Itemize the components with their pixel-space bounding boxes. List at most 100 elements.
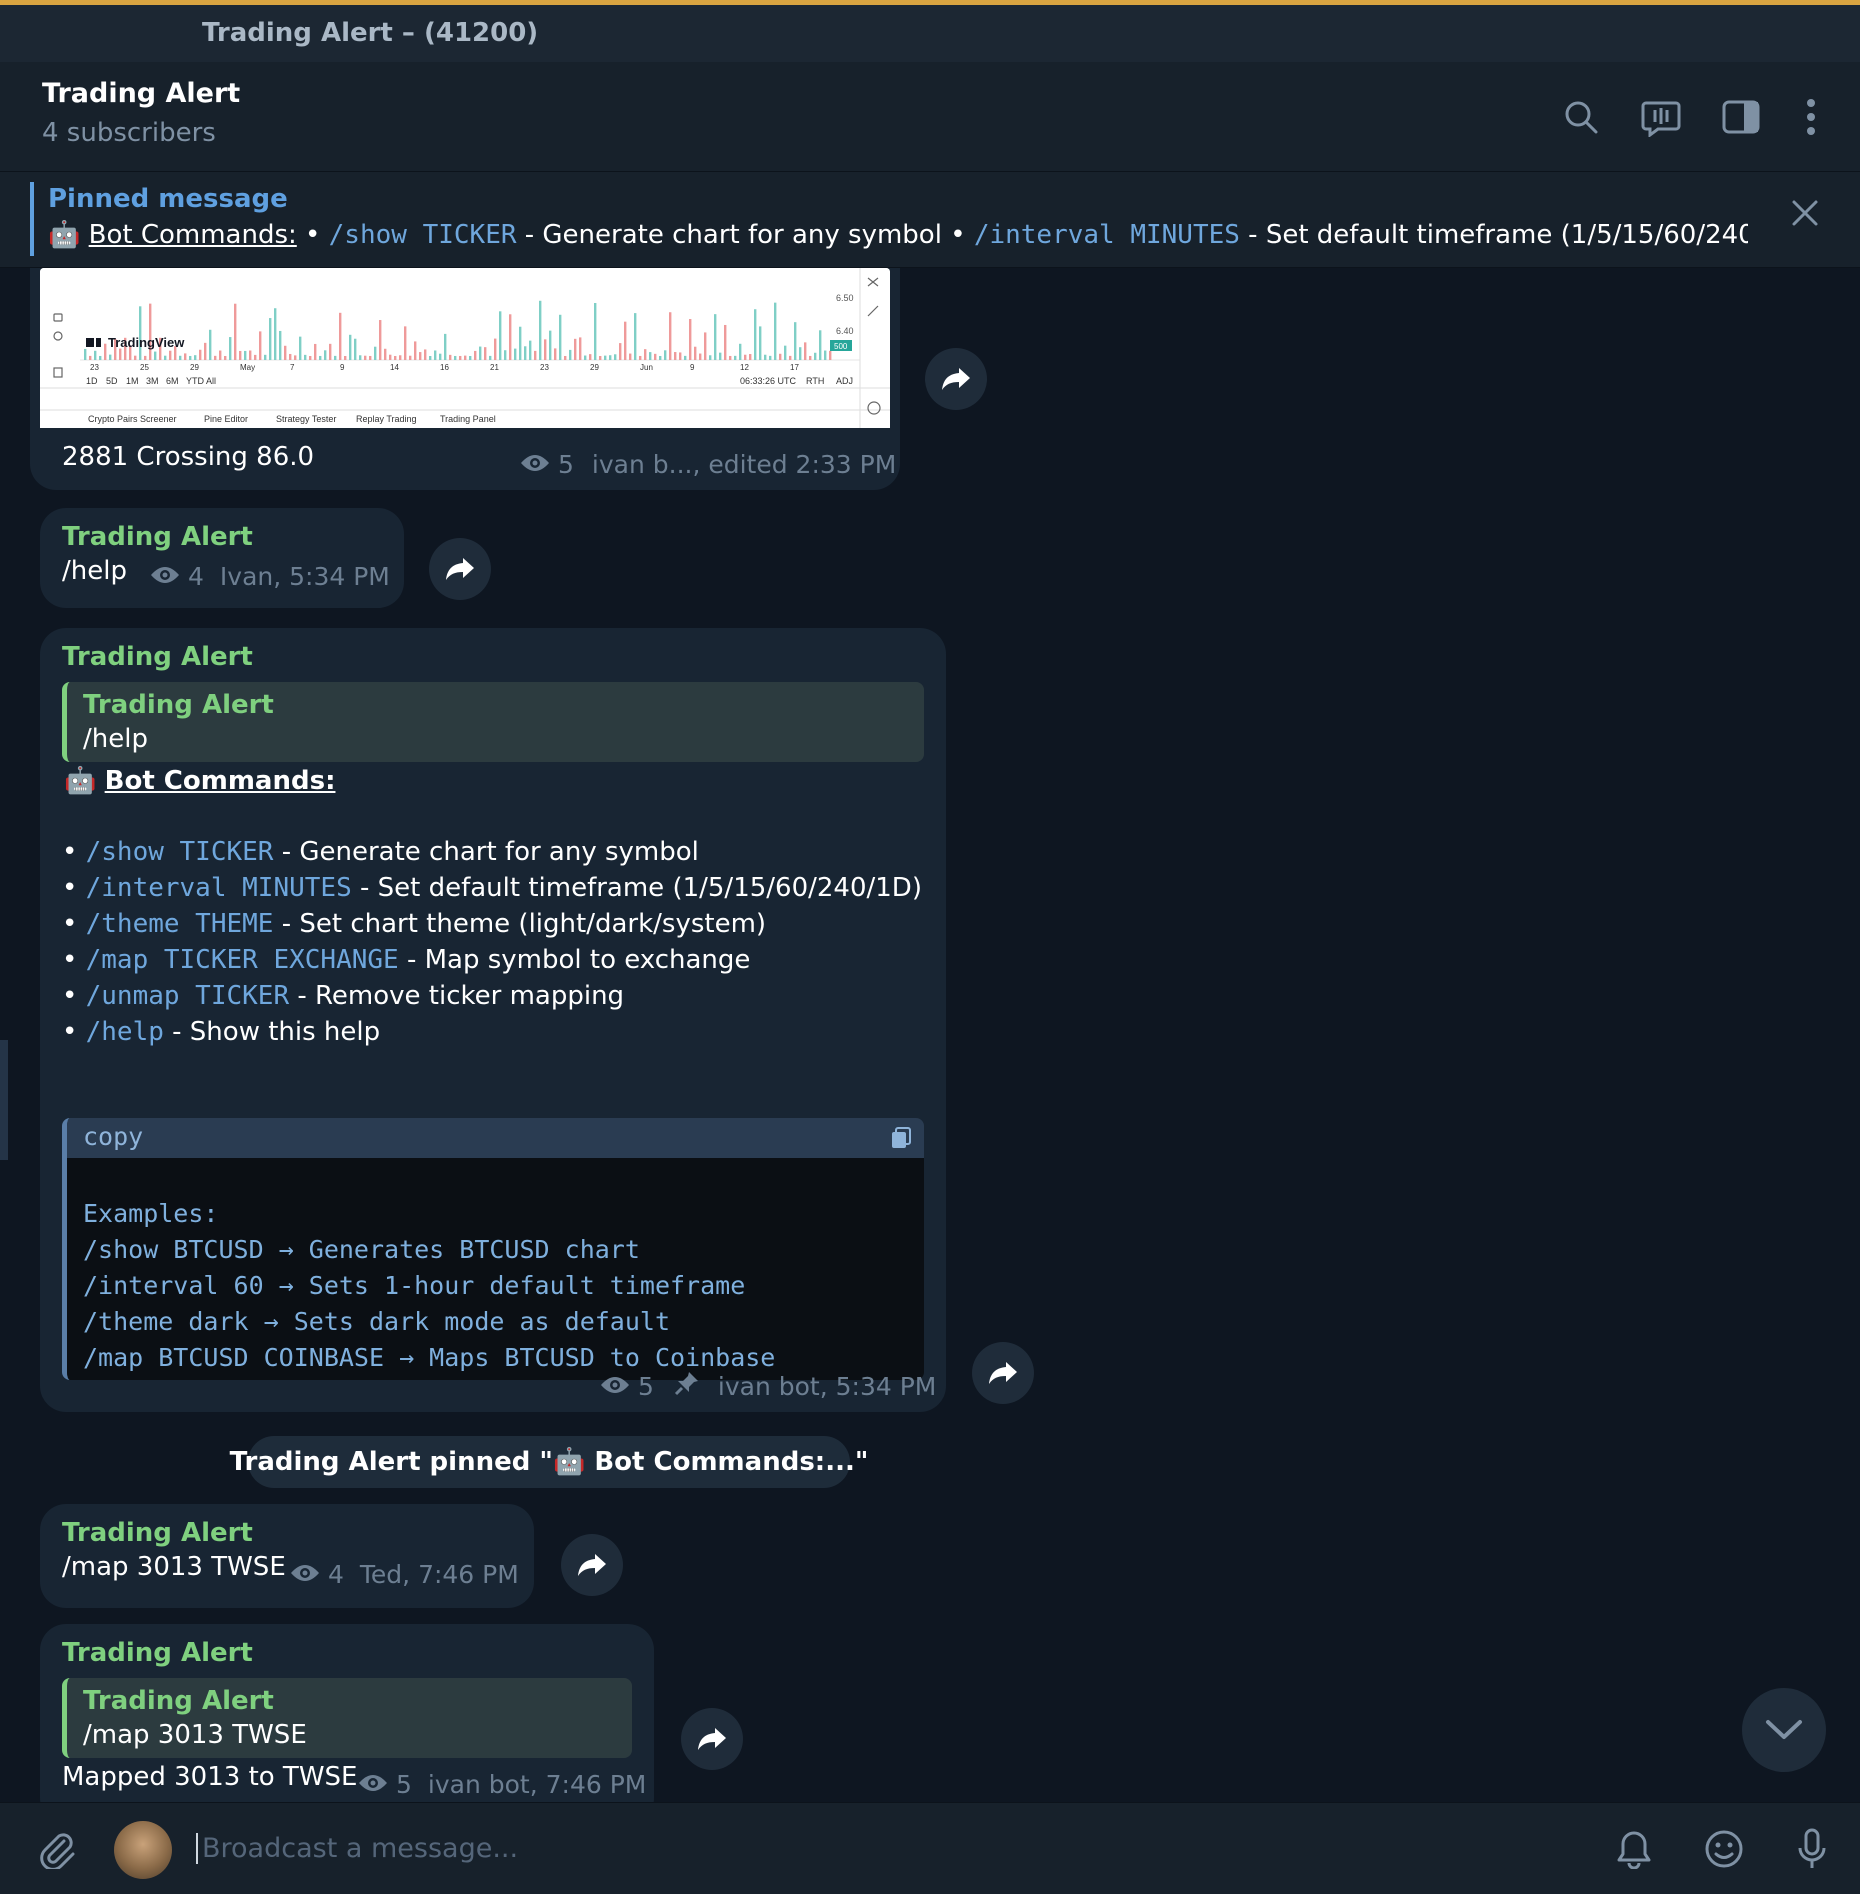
message-bubble[interactable]: Trading Alert /map 3013 TWSE 4 Ted, 7:46… [40, 1504, 534, 1608]
message-meta: 5 ivan bot, 5:34 PM [600, 1370, 936, 1402]
volume-bar [304, 354, 307, 360]
range-button[interactable]: 3M [146, 376, 159, 386]
forward-button[interactable] [429, 538, 491, 600]
volume-bar [349, 334, 352, 360]
message-meta: 4 Ivan, 5:34 PM [150, 562, 390, 591]
heading-text: Bot Commands: [104, 766, 336, 796]
message-bubble[interactable]: Trading Alert /help 4 Ivan, 5:34 PM [40, 508, 404, 608]
tradingview-brand: TradingView [108, 335, 185, 350]
search-icon[interactable] [1558, 94, 1604, 140]
pinned-message-bar[interactable]: Pinned message 🤖 Bot Commands: • /show T… [0, 172, 1860, 268]
forward-button[interactable] [561, 1534, 623, 1596]
message-list[interactable]: TradingView 6.50 6.40 500 23 25 29 May 7 9 14 1… [0, 268, 1860, 1802]
more-vertical-icon[interactable] [1788, 94, 1834, 140]
forward-icon [698, 1728, 726, 1750]
code-line: /interval 60 → Sets 1-hour default timef… [83, 1271, 746, 1300]
range-button[interactable]: 1D [86, 376, 98, 386]
bell-icon[interactable] [1610, 1825, 1658, 1873]
forward-button[interactable] [925, 348, 987, 410]
volume-bar [269, 318, 272, 360]
emoji-icon[interactable] [1700, 1825, 1748, 1873]
scroll-to-bottom-button[interactable] [1742, 1688, 1826, 1772]
chart-tab[interactable]: Strategy Tester [276, 414, 336, 424]
price-tick: 6.50 [836, 293, 854, 303]
volume-bar [299, 336, 302, 360]
forward-button[interactable] [681, 1708, 743, 1770]
command-code[interactable]: /show TICKER [86, 837, 274, 867]
volume-bar [594, 302, 597, 360]
service-message-pinned[interactable]: Trading Alert pinned "🤖 Bot Commands:...… [230, 1436, 868, 1488]
range-button[interactable]: 6M [166, 376, 179, 386]
close-icon[interactable] [1790, 198, 1820, 232]
message-bubble[interactable]: Trading Alert Trading Alert /map 3013 TW… [40, 1624, 654, 1802]
message-bubble[interactable]: TradingView 6.50 6.40 500 23 25 29 May 7 9 14 1… [30, 268, 900, 490]
message-sender[interactable]: Trading Alert [62, 642, 253, 672]
attach-icon[interactable] [32, 1825, 80, 1873]
volume-bar [634, 313, 637, 360]
volume-bar [94, 350, 97, 360]
volume-bar [259, 331, 262, 360]
channel-name[interactable]: Trading Alert [42, 78, 240, 109]
chart-tab[interactable]: Pine Editor [204, 414, 248, 424]
message-sender[interactable]: Trading Alert [62, 1518, 253, 1548]
reply-sender: Trading Alert [83, 1686, 274, 1716]
command-code[interactable]: /help [86, 1017, 164, 1047]
microphone-icon[interactable] [1788, 1825, 1836, 1873]
reply-quote[interactable]: Trading Alert /map 3013 TWSE [62, 1678, 632, 1758]
volume-bar [249, 350, 252, 360]
chart-tab[interactable]: Crypto Pairs Screener [88, 414, 177, 424]
copy-icon[interactable] [890, 1126, 912, 1154]
chart-tab[interactable]: Trading Panel [440, 414, 496, 424]
command-code[interactable]: /unmap TICKER [86, 981, 290, 1011]
volume-bar [724, 324, 727, 360]
range-button[interactable]: 5D [106, 376, 118, 386]
volume-bar [639, 355, 642, 360]
range-button[interactable]: 1M [126, 376, 139, 386]
volume-bar [464, 355, 467, 360]
live-stream-icon[interactable] [1638, 94, 1684, 140]
session-info: RTH [806, 376, 824, 386]
date-tick: 23 [90, 363, 99, 372]
volume-bar [519, 326, 522, 360]
view-count: 5 [558, 450, 574, 479]
command-code[interactable]: /theme THEME [86, 909, 274, 939]
message-timestamp: ivan bot, 5:34 PM [717, 1371, 937, 1401]
volume-bar [544, 339, 547, 360]
command-code[interactable]: /interval MINUTES [86, 873, 352, 903]
volume-bar [694, 346, 697, 360]
code-block[interactable]: copy Examples: /show BTCUSD → Generates B… [62, 1118, 924, 1380]
adjust-info: ADJ [836, 376, 853, 386]
volume-bar [379, 320, 382, 360]
message-sender[interactable]: Trading Alert [62, 1638, 253, 1668]
chart-screenshot[interactable]: TradingView 6.50 6.40 500 23 25 29 May 7 9 14 1… [40, 268, 890, 428]
volume-bar [214, 355, 217, 360]
volume-bar [529, 340, 532, 360]
sidebar-toggle-icon[interactable] [1718, 94, 1764, 140]
date-tick: 17 [790, 363, 799, 372]
volume-bar [614, 354, 617, 360]
volume-bar [499, 311, 502, 360]
volume-bar [779, 353, 782, 360]
reply-quote[interactable]: Trading Alert /help [62, 682, 924, 762]
volume-bar [494, 338, 497, 360]
command-code[interactable]: /map TICKER EXCHANGE [86, 945, 399, 975]
range-button[interactable]: YTD [186, 376, 205, 386]
message-meta: 5 ivan bot, 7:46 PM [358, 1770, 646, 1799]
date-tick: May [240, 363, 255, 372]
volume-bar [564, 355, 567, 360]
forward-button[interactable] [972, 1342, 1034, 1404]
message-meta: 5 ivan b..., edited 2:33 PM [520, 450, 896, 479]
message-input[interactable]: Broadcast a message... [196, 1833, 518, 1864]
range-button[interactable]: All [206, 376, 216, 386]
volume-bar [514, 348, 517, 360]
date-tick: 16 [440, 363, 449, 372]
date-tick: 23 [540, 363, 549, 372]
message-sender[interactable]: Trading Alert [62, 522, 253, 552]
avatar[interactable] [114, 1821, 172, 1879]
volume-bar [504, 350, 507, 360]
volume-bar [279, 330, 282, 360]
message-bubble[interactable]: Trading Alert Trading Alert /help 🤖 Bot … [40, 628, 946, 1412]
message-text: Mapped 3013 to TWSE [62, 1762, 358, 1792]
chart-tab[interactable]: Replay Trading [356, 414, 417, 424]
volume-bar [179, 355, 182, 360]
